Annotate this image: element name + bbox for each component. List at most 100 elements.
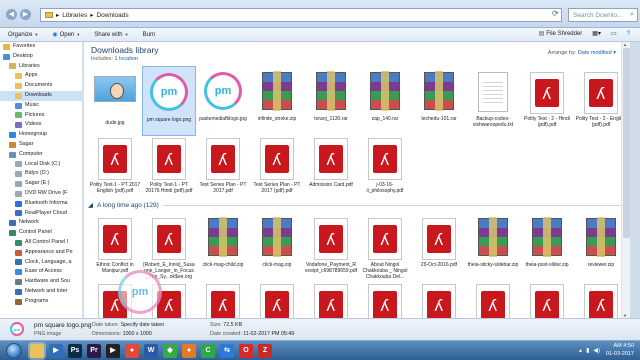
file-item[interactable]: toranj_1130.rar: [304, 66, 358, 136]
file-item[interactable]: dude.jpg: [88, 66, 142, 136]
vertical-scrollbar[interactable]: ▲ ▼: [621, 42, 630, 318]
collapse-arrow-icon[interactable]: ◢: [88, 201, 93, 209]
breadcrumb-downloads[interactable]: Downloads: [96, 12, 128, 19]
group-header-long-time-ago[interactable]: ◢ A long time ago (129): [84, 200, 630, 210]
file-item[interactable]: click-mag-child.zip: [196, 212, 250, 282]
sidebar-item-homegroup[interactable]: Homegroup: [0, 130, 82, 140]
opera-app-icon[interactable]: O: [239, 344, 253, 358]
file-item[interactable]: pm pm square logo.png: [142, 66, 196, 136]
sidebar-item-pictures[interactable]: Pictures: [0, 111, 82, 121]
file-item[interactable]: [574, 278, 628, 318]
file-item[interactable]: pm pastemediafblogo.jpg: [196, 66, 250, 136]
sidebar-item-dvd-rw-drive-f[interactable]: DVD RW Drive (F: [0, 189, 82, 199]
filezilla-app-icon[interactable]: Z: [258, 344, 272, 358]
file-item[interactable]: [196, 278, 250, 318]
search-input[interactable]: Search Downlo... ⌕: [568, 8, 638, 22]
sidebar-item-downloads[interactable]: Downloads: [0, 90, 82, 101]
sidebar-item-network-and-inter[interactable]: Network and Inter: [0, 287, 82, 297]
file-item[interactable]: theia-sticky-sidebar.zip: [466, 212, 520, 282]
file-item[interactable]: infinite_stroke.zip: [250, 66, 304, 136]
file-item[interactable]: techedu-101.rar: [412, 66, 466, 136]
file-item[interactable]: About Ningol Chakkouba _ Ningol Chakkoub…: [358, 212, 412, 282]
premiere-app-icon[interactable]: Pr: [87, 344, 101, 358]
sidebar-item-bidyo-d[interactable]: Bidyo (D:): [0, 169, 82, 179]
sidebar-item-computer[interactable]: Computer: [0, 150, 82, 160]
word-app-icon[interactable]: W: [144, 344, 158, 358]
breadcrumb-libraries[interactable]: Libraries: [62, 12, 87, 19]
scroll-up-icon[interactable]: ▲: [623, 42, 627, 47]
photoshop-app-icon[interactable]: Ps: [68, 344, 82, 358]
sidebar-item-realplayer-cloud[interactable]: RealPlayer Cloud: [0, 209, 82, 219]
scrollbar-thumb[interactable]: [623, 48, 630, 238]
file-item[interactable]: Polity Test-1 - PT 20176 Hindi (pdf).pdf: [142, 132, 196, 202]
sidebar-item-appearance-and-pe[interactable]: Appearance and Pe: [0, 248, 82, 258]
sidebar-item-local-disk-c[interactable]: Local Disk (C:): [0, 160, 82, 170]
volume-tray-icon[interactable]: ◀): [593, 347, 600, 354]
file-item[interactable]: theia-post-slider.zip: [520, 212, 574, 282]
sidebar-item-desktop[interactable]: Desktop: [0, 52, 82, 62]
sidebar-item-music[interactable]: Music: [0, 101, 82, 111]
share-with-button[interactable]: Share with ▼: [94, 32, 128, 38]
sidebar-item-sagar-e[interactable]: Sagar (E:): [0, 179, 82, 189]
file-item[interactable]: Test Series Plan - PT 2017 (pdf).pdf: [250, 132, 304, 202]
refresh-icon[interactable]: ⟳: [552, 9, 559, 18]
sidebar-item-bluetooth-informa[interactable]: Bluetooth Informa: [0, 199, 82, 209]
sidebar-item-videos[interactable]: Videos: [0, 120, 82, 130]
sidebar-item-libraries[interactable]: Libraries: [0, 62, 82, 72]
teamviewer-app-icon[interactable]: ⇆: [220, 344, 234, 358]
address-bar[interactable]: ▸ Libraries ▸ Downloads: [40, 8, 562, 22]
firefox-app-icon[interactable]: ●: [182, 344, 196, 358]
sidebar-item-documents[interactable]: Documents: [0, 81, 82, 91]
sidebar-item-hardware-and-sou[interactable]: Hardware and Sou: [0, 277, 82, 287]
arrange-by-dropdown[interactable]: Date modified: [578, 50, 612, 56]
chevron-down-icon[interactable]: ▾: [613, 50, 616, 56]
organize-button[interactable]: Organize ▼: [8, 32, 38, 38]
burn-button[interactable]: Burn: [143, 32, 156, 38]
chrome-app-icon[interactable]: ●: [125, 344, 139, 358]
open-button[interactable]: ◉ Open ▼: [52, 31, 80, 39]
tray-arrow-icon[interactable]: ▴: [579, 347, 582, 354]
file-item[interactable]: Polity Test - 2 - English (pdf).pdf: [574, 66, 628, 136]
back-button-icon[interactable]: ◀: [6, 9, 17, 20]
bluestacks-app-icon[interactable]: ◆: [163, 344, 177, 358]
file-item[interactable]: Polity Test-1 - PT 2017 English (pdf).pd…: [88, 132, 142, 202]
help-icon[interactable]: ?: [627, 31, 630, 37]
file-item[interactable]: Polity Test - 2 - Hindi (pdf).pdf: [520, 66, 574, 136]
file-item[interactable]: [520, 278, 574, 318]
file-item[interactable]: Test Series Plan - PT 2017.pdf: [196, 132, 250, 202]
view-options-icon[interactable]: ▦▾: [592, 30, 601, 37]
file-item[interactable]: [250, 278, 304, 318]
file-item[interactable]: Vodafone_Payment_Receipt_c698789659.pdf: [304, 212, 358, 282]
sidebar-item-ease-of-access[interactable]: Ease of Access: [0, 267, 82, 277]
file-shredder-button[interactable]: ▤ File Shredder: [539, 30, 583, 38]
explorer-app-icon[interactable]: [30, 344, 44, 358]
file-item[interactable]: [358, 278, 412, 318]
file-item[interactable]: zap_140.rar: [358, 66, 412, 136]
file-item[interactable]: click-mag.zip: [250, 212, 304, 282]
media-player-app-icon[interactable]: ▶: [49, 344, 63, 358]
includes-locations-link[interactable]: 1 location: [115, 56, 139, 62]
file-item[interactable]: [466, 278, 520, 318]
sidebar-item-apps[interactable]: Apps: [0, 71, 82, 81]
sidebar-item-favorites[interactable]: Favorites: [0, 42, 82, 52]
file-item[interactable]: [412, 278, 466, 318]
sidebar-item-control-panel[interactable]: Control Panel: [0, 228, 82, 238]
sidebar-item-clock-language-a[interactable]: Clock, Language, a: [0, 258, 82, 268]
sidebar-item-network[interactable]: Network: [0, 218, 82, 228]
forward-button-icon[interactable]: ▶: [20, 9, 31, 20]
preview-pane-icon[interactable]: ▭: [611, 30, 617, 37]
start-button[interactable]: [6, 343, 22, 359]
file-item[interactable]: j-03-16-ii_philosophy.pdf: [358, 132, 412, 202]
sidebar-item-sagar[interactable]: Sagar: [0, 140, 82, 150]
file-item[interactable]: reviewer.zip: [574, 212, 628, 282]
file-item[interactable]: Backup-codes-vishwaroopedu.txt: [466, 66, 520, 136]
camtasia-app-icon[interactable]: C: [201, 344, 215, 358]
network-tray-icon[interactable]: ▮: [586, 347, 589, 354]
file-item[interactable]: [304, 278, 358, 318]
clock[interactable]: AM 4:50 01-03-2017: [606, 343, 634, 358]
date-taken-value[interactable]: Specify date taken: [121, 322, 165, 328]
sidebar-item-programs[interactable]: Programs: [0, 297, 82, 307]
file-item[interactable]: 29-Oct-2016.pdf: [412, 212, 466, 282]
file-item[interactable]: Admission Card.pdf: [304, 132, 358, 202]
video-player-app-icon[interactable]: ▶: [106, 344, 120, 358]
